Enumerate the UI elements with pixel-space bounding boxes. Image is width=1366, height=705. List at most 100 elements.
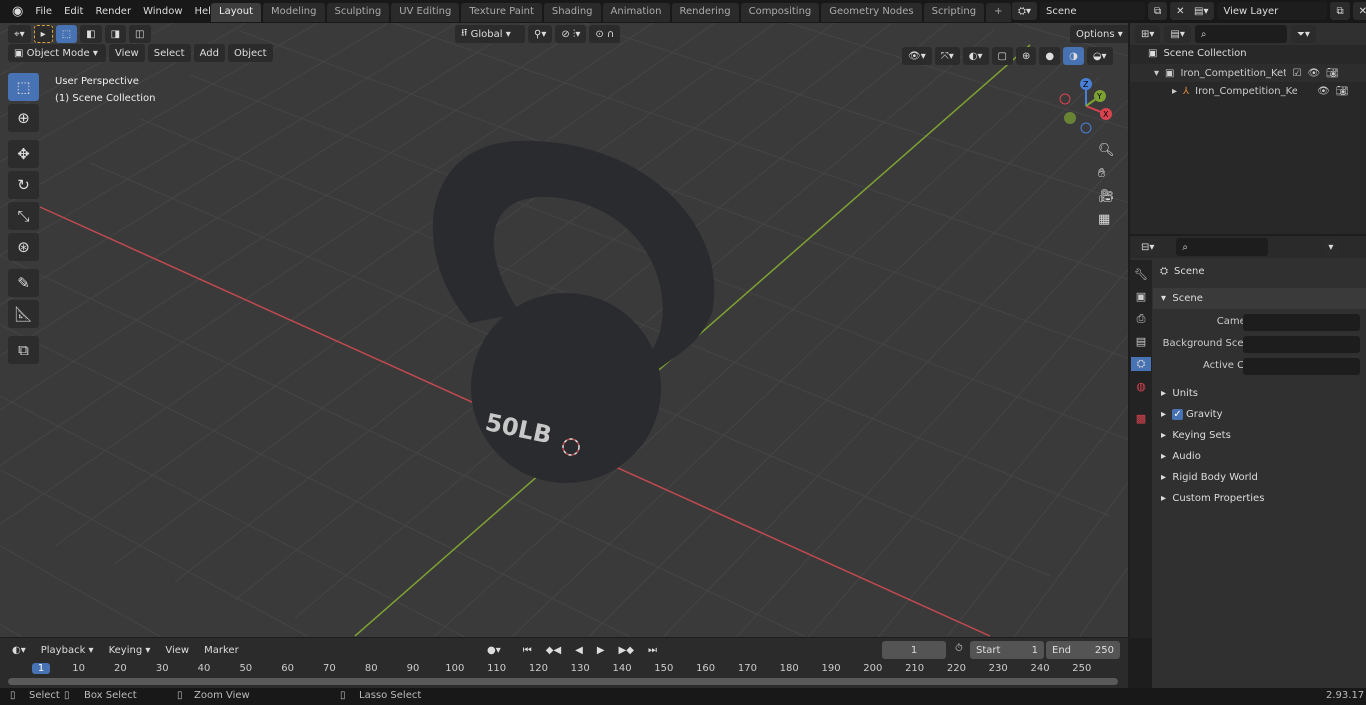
shading-rendered-icon[interactable]: ◒▾ bbox=[1086, 47, 1113, 65]
add-cube-icon[interactable]: ⧉ bbox=[8, 336, 39, 364]
panel-custom-properties[interactable]: ▸ Custom Properties bbox=[1153, 488, 1366, 509]
pan-hand-icon[interactable]: ✋︎ bbox=[1098, 166, 1115, 181]
scene-icon[interactable]: ⛭▾ bbox=[1012, 2, 1038, 20]
pivot-icon[interactable]: ⚲▾ bbox=[528, 25, 553, 43]
scene-panel-header[interactable]: ▾ Scene bbox=[1153, 288, 1366, 309]
start-frame-field[interactable]: Start 1 bbox=[970, 641, 1044, 659]
frame-ruler[interactable]: 1 10 20 30 40 50 60 70 80 90 100 110 120 130 140 150 160… bbox=[0, 662, 1128, 678]
view-menu[interactable]: View bbox=[159, 641, 195, 659]
gravity-checkbox[interactable]: ✓ bbox=[1172, 409, 1183, 420]
stopwatch-icon[interactable]: ⏱ bbox=[955, 643, 963, 654]
view-layer-icon[interactable]: ▤▾ bbox=[1188, 2, 1215, 20]
delete-view-layer-icon[interactable]: ✕ bbox=[1352, 2, 1366, 20]
panel-audio[interactable]: ▸ Audio bbox=[1153, 446, 1366, 467]
jump-end-icon[interactable]: ⏭ bbox=[641, 641, 663, 659]
timeline-editor-icon[interactable]: ◐▾ bbox=[6, 641, 32, 659]
tab-layout[interactable]: Layout bbox=[211, 3, 261, 22]
blender-logo-icon[interactable]: ◉ bbox=[6, 4, 29, 19]
timeline-scrollbar[interactable] bbox=[8, 678, 1118, 685]
tab-texture-paint[interactable]: Texture Paint bbox=[461, 3, 542, 22]
select-extend-icon[interactable]: ◧ bbox=[80, 25, 102, 43]
checkbox-icon[interactable]: ☑ bbox=[1292, 68, 1301, 79]
navigation-gizmo[interactable]: Z X Y bbox=[1056, 76, 1118, 138]
menu-edit[interactable]: Edit bbox=[58, 6, 89, 17]
menu-window[interactable]: Window bbox=[137, 6, 188, 17]
world-tab-icon[interactable]: ◍ bbox=[1136, 380, 1146, 393]
measure-icon[interactable]: 📐︎ bbox=[8, 300, 39, 328]
next-keyframe-icon[interactable]: ▶◆ bbox=[612, 641, 640, 659]
play-icon[interactable]: ▶ bbox=[590, 641, 611, 659]
cursor-icon[interactable]: ⊕ bbox=[8, 104, 39, 132]
tab-scripting[interactable]: Scripting bbox=[923, 3, 985, 22]
prev-keyframe-icon[interactable]: ◆◀ bbox=[539, 641, 568, 659]
tab-animation[interactable]: Animation bbox=[602, 3, 670, 22]
record-icon[interactable]: ●▾ bbox=[481, 641, 507, 659]
tab-rendering[interactable]: Rendering bbox=[671, 3, 739, 22]
outliner-scene-collection[interactable]: ▣ Scene Collection bbox=[1148, 48, 1247, 59]
display-mode-icon[interactable]: ▤▾ bbox=[1164, 25, 1191, 43]
add-workspace-button[interactable]: + bbox=[986, 3, 1011, 22]
snap-icon[interactable]: ⊘ ⫶▾ bbox=[555, 25, 587, 43]
visibility-icon[interactable]: 👁▾ bbox=[902, 47, 932, 65]
scene-tab-icon[interactable]: ⛭ bbox=[1131, 357, 1151, 371]
jump-start-icon[interactable]: ⏮ bbox=[516, 641, 538, 659]
ortho-grid-icon[interactable]: ▦ bbox=[1098, 212, 1115, 227]
eye-icon[interactable]: 👁︎ bbox=[1307, 68, 1320, 79]
active-clip-field[interactable] bbox=[1243, 358, 1360, 375]
view-menu[interactable]: View bbox=[109, 44, 145, 62]
select-menu[interactable]: Select bbox=[147, 44, 191, 62]
properties-search[interactable]: ⌕ bbox=[1176, 238, 1269, 256]
overlay-toggle-icon[interactable]: ◐▾ bbox=[962, 47, 989, 65]
camera-field[interactable] bbox=[1243, 314, 1360, 331]
panel-keying-sets[interactable]: ▸ Keying Sets bbox=[1153, 425, 1366, 446]
menu-file[interactable]: File bbox=[29, 6, 58, 17]
mode-dropdown[interactable]: ▣ Object Mode ▾ bbox=[8, 44, 106, 62]
background-scene-field[interactable] bbox=[1243, 336, 1360, 353]
shading-wireframe-icon[interactable]: ⊕ bbox=[1015, 47, 1037, 65]
tab-sculpting[interactable]: Sculpting bbox=[326, 3, 390, 22]
current-frame-field[interactable]: 1 bbox=[882, 641, 946, 659]
select-intersect-icon[interactable]: ◫ bbox=[129, 25, 151, 43]
playback-menu[interactable]: Playback ▾ bbox=[34, 641, 100, 659]
keying-menu[interactable]: Keying ▾ bbox=[102, 641, 157, 659]
options-dropdown[interactable]: Options ▾ bbox=[1070, 25, 1128, 43]
expand-icon[interactable]: ▸ bbox=[1172, 86, 1177, 97]
tab-modeling[interactable]: Modeling bbox=[263, 3, 325, 22]
outliner-editor-icon[interactable]: ⊞▾ bbox=[1135, 25, 1161, 43]
tab-shading[interactable]: Shading bbox=[543, 3, 601, 22]
filter-icon[interactable]: ⏷▾ bbox=[1290, 25, 1316, 43]
tab-uv-editing[interactable]: UV Editing bbox=[391, 3, 460, 22]
xray-icon[interactable]: ▢ bbox=[991, 47, 1013, 65]
scale-icon[interactable]: ⤡ bbox=[8, 202, 39, 230]
end-frame-field[interactable]: End 250 bbox=[1046, 641, 1120, 659]
transform-icon[interactable]: ⊛ bbox=[8, 233, 39, 261]
panel-gravity[interactable]: ▸ ✓ Gravity bbox=[1153, 404, 1366, 425]
eye-icon[interactable]: 👁︎ bbox=[1317, 86, 1330, 97]
zoom-icon[interactable]: 🔍︎ bbox=[1098, 143, 1115, 158]
expand-icon[interactable]: ▾ bbox=[1154, 68, 1159, 79]
view-layer-field[interactable]: View Layer bbox=[1217, 2, 1328, 20]
play-reverse-icon[interactable]: ◀ bbox=[569, 641, 589, 659]
view-layer-tab-icon[interactable]: ▤ bbox=[1136, 335, 1146, 348]
new-view-layer-icon[interactable]: ⧉ bbox=[1330, 2, 1350, 20]
texture-tab-icon[interactable]: ▩ bbox=[1136, 412, 1146, 425]
panel-rigid-body-world[interactable]: ▸ Rigid Body World bbox=[1153, 467, 1366, 488]
camera-view-icon[interactable]: 🎥︎ bbox=[1098, 189, 1115, 204]
outliner-row[interactable]: ▾ ▣ Iron_Competition_Kettlebell_W ☑ 👁︎ 📷︎ bbox=[1130, 64, 1366, 82]
gizmo-toggle-icon[interactable]: ⤧▾ bbox=[934, 47, 960, 65]
object-menu[interactable]: Object bbox=[227, 44, 273, 62]
camera-icon[interactable]: 📷︎ bbox=[1326, 68, 1339, 79]
menu-render[interactable]: Render bbox=[89, 6, 137, 17]
tweak-tool-icon[interactable]: ▸ bbox=[33, 25, 53, 43]
new-scene-icon[interactable]: ⧉ bbox=[1148, 2, 1168, 20]
properties-editor-icon[interactable]: ⊟▾ bbox=[1135, 238, 1161, 256]
shading-material-icon[interactable]: ◑ bbox=[1063, 47, 1084, 65]
scene-name-field[interactable]: Scene bbox=[1040, 2, 1146, 20]
editor-type-icon[interactable]: ⌖▾ bbox=[8, 25, 31, 43]
select-subtract-icon[interactable]: ◨ bbox=[104, 25, 127, 43]
add-menu[interactable]: Add bbox=[193, 44, 225, 62]
move-icon[interactable]: ✥ bbox=[8, 140, 39, 168]
select-new-icon[interactable]: ⬚ bbox=[55, 25, 78, 43]
rotate-icon[interactable]: ↻ bbox=[8, 171, 39, 199]
marker-menu[interactable]: Marker bbox=[198, 641, 245, 659]
